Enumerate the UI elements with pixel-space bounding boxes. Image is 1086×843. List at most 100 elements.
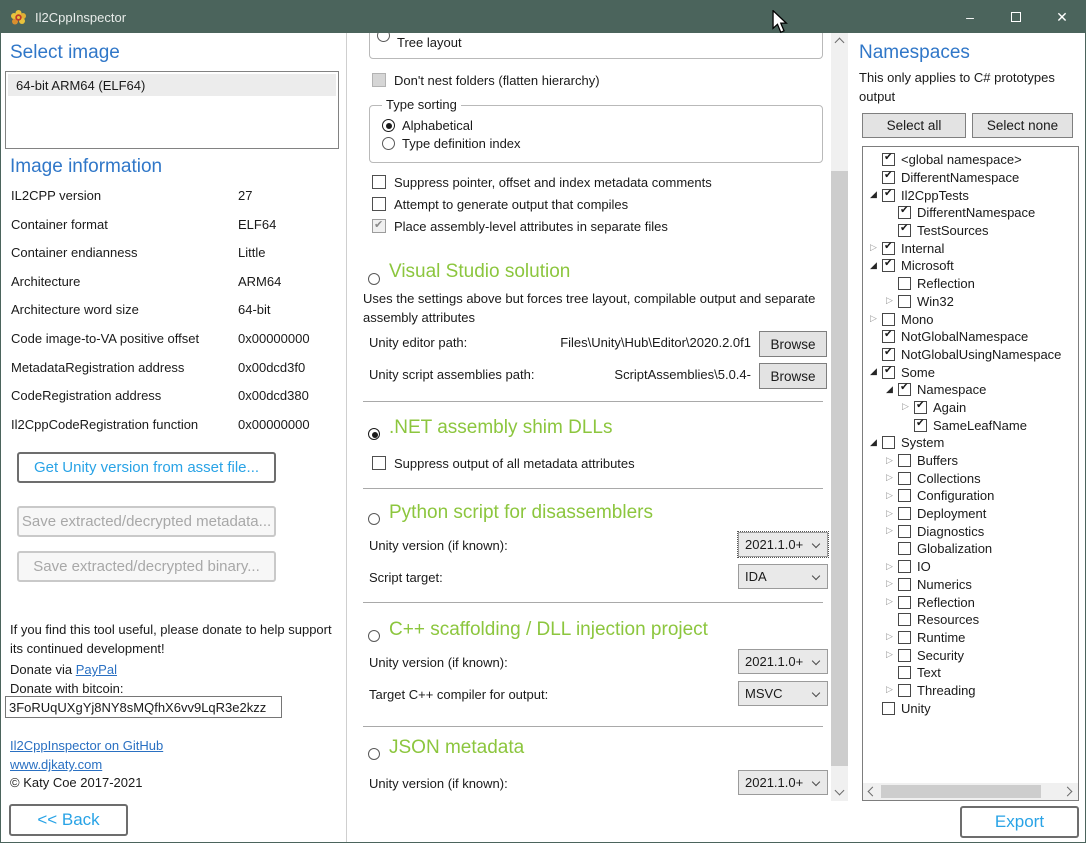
tree-item[interactable]: ▷Diagnostics <box>863 522 1078 540</box>
tree-item-checkbox[interactable] <box>898 596 911 609</box>
tree-item-checkbox[interactable] <box>882 189 895 202</box>
tree-item[interactable]: ◢System <box>863 434 1078 452</box>
unity-editor-path-value[interactable]: Files\Unity\Hub\Editor\2020.2.0f1 <box>497 335 751 350</box>
expand-icon[interactable]: ▷ <box>883 562 896 572</box>
tree-item[interactable]: <global namespace> <box>863 151 1078 169</box>
tree-item[interactable]: ▷Buffers <box>863 452 1078 470</box>
scroll-up-icon[interactable] <box>831 33 848 50</box>
script-target-combo[interactable]: IDA <box>738 564 828 589</box>
alphabetical-radio[interactable] <box>382 119 395 132</box>
suppress-comments-checkbox[interactable] <box>372 175 386 189</box>
back-button[interactable]: << Back <box>9 804 128 836</box>
tree-item-checkbox[interactable] <box>914 419 927 432</box>
expand-icon[interactable]: ▷ <box>867 243 880 253</box>
separate-attributes-checkbox[interactable] <box>372 219 386 233</box>
tree-item[interactable]: TestSources <box>863 222 1078 240</box>
expand-icon[interactable]: ▷ <box>883 473 896 483</box>
minimize-button[interactable]: – <box>947 1 993 33</box>
tree-item-checkbox[interactable] <box>882 330 895 343</box>
tree-item[interactable]: ▷Again <box>863 399 1078 417</box>
tree-item-checkbox[interactable] <box>898 542 911 555</box>
tree-item-checkbox[interactable] <box>882 259 895 272</box>
save-binary-button[interactable]: Save extracted/decrypted binary... <box>17 551 276 582</box>
expand-icon[interactable]: ▷ <box>883 526 896 536</box>
tree-hscrollbar[interactable] <box>863 783 1078 800</box>
tree-item-checkbox[interactable] <box>898 224 911 237</box>
tree-item[interactable]: ◢Some <box>863 363 1078 381</box>
maximize-button[interactable] <box>993 1 1039 33</box>
tree-item-checkbox[interactable] <box>882 171 895 184</box>
export-button[interactable]: Export <box>960 806 1079 838</box>
select-none-button[interactable]: Select none <box>972 113 1073 138</box>
cpp-scaffolding-radio[interactable] <box>368 630 380 642</box>
get-unity-version-button[interactable]: Get Unity version from asset file... <box>17 452 276 483</box>
cpp-compiler-combo[interactable]: MSVC <box>738 681 828 706</box>
tree-item[interactable]: Unity <box>863 699 1078 717</box>
collapse-icon[interactable]: ◢ <box>867 190 880 200</box>
tree-item-checkbox[interactable] <box>898 277 911 290</box>
shim-dlls-radio[interactable] <box>368 428 380 440</box>
tree-item[interactable]: ▷Numerics <box>863 576 1078 594</box>
tree-item[interactable]: ▷Security <box>863 646 1078 664</box>
tree-item[interactable]: ▷Internal <box>863 239 1078 257</box>
tree-item[interactable]: Reflection <box>863 275 1078 293</box>
tree-item[interactable]: DifferentNamespace <box>863 169 1078 187</box>
tree-item-checkbox[interactable] <box>898 613 911 626</box>
tree-item-checkbox[interactable] <box>882 313 895 326</box>
expand-icon[interactable]: ▷ <box>883 491 896 501</box>
image-listbox[interactable]: 64-bit ARM64 (ELF64) <box>5 71 339 149</box>
browse-editor-path-button[interactable]: Browse <box>759 331 827 357</box>
tree-item-checkbox[interactable] <box>898 631 911 644</box>
tree-item[interactable]: ▷Configuration <box>863 487 1078 505</box>
tree-item[interactable]: SameLeafName <box>863 416 1078 434</box>
tree-item[interactable]: ▷Deployment <box>863 505 1078 523</box>
collapse-icon[interactable]: ◢ <box>867 367 880 377</box>
collapse-icon[interactable]: ◢ <box>867 438 880 448</box>
tree-item-checkbox[interactable] <box>882 436 895 449</box>
tree-item[interactable]: ▷Runtime <box>863 629 1078 647</box>
script-assemblies-path-value[interactable]: -5.0.4\ScriptAssemblies <box>557 367 751 382</box>
flatten-checkbox[interactable] <box>372 73 386 87</box>
expand-icon[interactable]: ▷ <box>883 597 896 607</box>
scroll-down-icon[interactable] <box>831 784 848 801</box>
paypal-link[interactable]: PayPal <box>76 662 117 677</box>
tree-item-checkbox[interactable] <box>898 525 911 538</box>
expand-icon[interactable]: ▷ <box>883 579 896 589</box>
select-all-button[interactable]: Select all <box>862 113 966 138</box>
tree-item-checkbox[interactable] <box>898 295 911 308</box>
tree-item-checkbox[interactable] <box>882 366 895 379</box>
python-script-radio[interactable] <box>368 513 380 525</box>
tree-item-checkbox[interactable] <box>898 578 911 591</box>
tree-item-checkbox[interactable] <box>882 242 895 255</box>
type-definition-index-radio[interactable] <box>382 137 395 150</box>
cpp-unity-version-combo[interactable]: 2021.1.0+ <box>738 649 828 674</box>
expand-icon[interactable]: ▷ <box>883 632 896 642</box>
website-link[interactable]: www.djkaty.com <box>10 757 102 772</box>
tree-item[interactable]: Resources <box>863 611 1078 629</box>
tree-item[interactable]: Text <box>863 664 1078 682</box>
tree-item[interactable]: ▷Threading <box>863 682 1078 700</box>
tree-item-checkbox[interactable] <box>898 560 911 573</box>
tree-item-checkbox[interactable] <box>898 684 911 697</box>
bitcoin-address-input[interactable] <box>5 696 282 718</box>
tree-item[interactable]: DifferentNamespace <box>863 204 1078 222</box>
tree-item[interactable]: Globalization <box>863 540 1078 558</box>
tree-item[interactable]: NotGlobalUsingNamespace <box>863 346 1078 364</box>
save-metadata-button[interactable]: Save extracted/decrypted metadata... <box>17 506 276 537</box>
expand-icon[interactable]: ▷ <box>883 685 896 695</box>
collapse-icon[interactable]: ◢ <box>883 385 896 395</box>
tree-item[interactable]: NotGlobalNamespace <box>863 328 1078 346</box>
expand-icon[interactable]: ▷ <box>883 509 896 519</box>
expand-icon[interactable]: ▷ <box>899 402 912 412</box>
tree-item[interactable]: ▷Reflection <box>863 593 1078 611</box>
tree-item-checkbox[interactable] <box>898 507 911 520</box>
browse-assemblies-path-button[interactable]: Browse <box>759 363 827 389</box>
scrollbar-thumb[interactable] <box>881 785 1041 798</box>
tree-item-checkbox[interactable] <box>882 348 895 361</box>
tree-item-checkbox[interactable] <box>898 454 911 467</box>
tree-item-checkbox[interactable] <box>914 401 927 414</box>
collapse-icon[interactable]: ◢ <box>867 261 880 271</box>
tree-item-checkbox[interactable] <box>898 666 911 679</box>
scroll-right-icon[interactable] <box>1061 783 1078 800</box>
compilable-output-checkbox[interactable] <box>372 197 386 211</box>
